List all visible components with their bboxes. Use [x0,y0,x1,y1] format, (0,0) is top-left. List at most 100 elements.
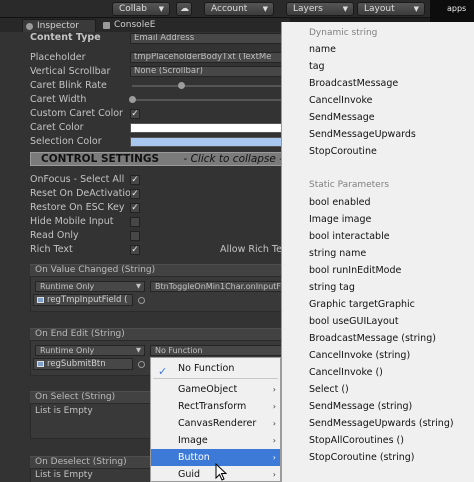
content-type-dropdown[interactable]: Email Address [130,33,290,44]
caret-color-swatch[interactable] [130,123,290,133]
menu-item-broadcastmessage[interactable]: BroadcastMessage [309,78,398,89]
reset-on-deactivation-label: Reset On DeActivation [30,188,137,199]
component-methods-menu: Dynamic string name tag BroadcastMessage… [281,22,474,482]
rich-text-checkbox[interactable]: ✓ [130,245,140,255]
account-label: Account [211,4,248,14]
menu-item-sendmessage-string[interactable]: SendMessage (string) [309,401,412,412]
button-object-icon [37,361,44,367]
guid-label: Guid [178,469,201,480]
menu-item-sendmessageupwards[interactable]: SendMessageUpwards [309,129,416,140]
mouse-cursor-icon [215,463,227,481]
menu-item-stopcoroutine-string[interactable]: StopCoroutine (string) [309,452,415,463]
restore-on-esc-label: Restore On ESC Key [30,202,125,213]
function-label: BtnToggleOnMin1Char.onInputF [155,282,282,291]
on-end-edit-mode-dropdown[interactable]: Runtime Only ▼ [35,345,145,356]
caret-width-slider[interactable] [132,99,282,101]
chevron-down-icon: ▼ [342,5,348,13]
cloud-icon: ☁ [180,4,189,14]
vertical-scrollbar-field[interactable]: None (Scrollbar) [130,66,290,77]
hide-mobile-input-checkbox[interactable] [130,217,140,227]
menu-item-no-function[interactable]: ✓ No Function [151,360,280,378]
control-settings-header[interactable]: CONTROL SETTINGS - Click to collapse - [30,152,290,166]
account-button[interactable]: Account ▼ [204,2,274,16]
console-icon [103,22,110,29]
function-label: No Function [155,346,203,355]
menu-item-image[interactable]: Image › [151,432,280,449]
menu-item-cancelinvoke[interactable]: CancelInvoke [309,95,372,106]
image-label: Image [178,435,208,446]
menu-item-name[interactable]: name [309,44,336,55]
on-end-edit-function-dropdown[interactable]: No Function [150,345,290,356]
mode-label: Runtime Only [40,282,95,291]
menu-item-stopcoroutine[interactable]: StopCoroutine [309,146,377,157]
caret-width-knob[interactable] [129,96,136,103]
layers-label: Layers [293,4,323,14]
onfocus-select-all-checkbox[interactable]: ✓ [130,175,140,185]
collab-button[interactable]: Collab ▼ [112,2,170,16]
tab-console[interactable]: ConsoleE [100,19,170,32]
tab-inspector-label: Inspector [37,21,79,31]
on-end-edit-object-field[interactable]: regSubmitBtn [33,358,133,370]
menu-item-cancelinvoke-string[interactable]: CancelInvoke (string) [309,350,410,361]
menu-item-cancelinvoke-void[interactable]: CancelInvoke () [309,367,383,378]
on-deselect-empty-label: List is Empty [35,470,93,480]
placeholder-object-field[interactable]: tmpPlaceholderBodyTxt (TextMe [130,52,290,63]
dynamic-string-header: Dynamic string [309,28,378,38]
chevron-right-icon: › [272,470,276,479]
control-settings-title: CONTROL SETTINGS [41,153,160,165]
menu-item-bool-runineditmode[interactable]: bool runInEditMode [309,265,401,276]
object-icon [37,297,44,303]
button-label: Button [178,452,210,463]
custom-caret-color-checkbox[interactable]: ✓ [130,109,140,119]
collapse-hint: - Click to collapse - [183,153,283,165]
on-value-changed-mode-dropdown[interactable]: Runtime Only ▼ [35,281,145,292]
external-window-strip: apps [430,0,474,22]
top-toolbar: Collab ▼ ☁ Account ▼ Layers ▼ Layout ▼ [0,0,474,18]
onfocus-select-all-label: OnFocus - Select All [30,174,125,185]
menu-item-tag[interactable]: tag [309,61,325,72]
menu-item-image-image[interactable]: Image image [309,214,371,225]
read-only-checkbox[interactable] [130,231,140,241]
menu-item-sendmessage[interactable]: SendMessage [309,112,375,123]
menu-item-bool-useguilayout[interactable]: bool useGUILayout [309,316,399,327]
placeholder-label: Placeholder [30,52,86,63]
on-end-edit-header: On End Edit (String) [30,328,290,340]
gameobject-label: GameObject [178,384,238,395]
caret-blink-rate-knob[interactable] [178,82,185,89]
caret-color-label: Caret Color [30,122,84,133]
menu-item-bool-interactable[interactable]: bool interactable [309,231,390,242]
object-picker-icon[interactable] [138,297,145,304]
layout-button[interactable]: Layout ▼ [357,2,425,16]
menu-item-string-name[interactable]: string name [309,248,366,259]
chevron-right-icon: › [272,453,276,462]
reset-on-deactivation-checkbox[interactable]: ✓ [130,189,140,199]
object-picker-icon[interactable] [138,361,145,368]
layers-button[interactable]: Layers ▼ [286,2,354,16]
restore-on-esc-checkbox[interactable]: ✓ [130,203,140,213]
on-value-changed-header: On Value Changed (String) [30,264,290,276]
chevron-right-icon: › [272,402,276,411]
menu-item-sendmessageupwards-string[interactable]: SendMessageUpwards (string) [309,418,454,429]
custom-caret-color-label: Custom Caret Color [30,108,123,119]
cloud-button[interactable]: ☁ [176,2,192,16]
caret-blink-rate-slider[interactable] [132,85,282,87]
menu-item-canvasrenderer[interactable]: CanvasRenderer › [151,415,280,432]
menu-item-select[interactable]: Select () [309,384,349,395]
allow-rich-text-label: Allow Rich Te [220,244,282,255]
menu-item-bool-enabled[interactable]: bool enabled [309,197,371,208]
on-value-changed-function-dropdown[interactable]: BtnToggleOnMin1Char.onInputF [150,281,290,292]
menu-item-string-tag[interactable]: string tag [309,282,355,293]
menu-item-recttransform[interactable]: RectTransform › [151,398,280,415]
read-only-label: Read Only [30,230,79,241]
tab-console-label: ConsoleE [114,20,156,30]
chevron-down-icon: ▼ [262,5,268,13]
chevron-right-icon: › [272,436,276,445]
tab-inspector[interactable]: Inspector [22,19,96,32]
on-select-empty-label: List is Empty [35,406,93,416]
menu-item-gameobject[interactable]: GameObject › [151,381,280,398]
menu-item-stopallcoroutines[interactable]: StopAllCoroutines () [309,435,404,446]
menu-item-graphic-targetgraphic[interactable]: Graphic targetGraphic [309,299,415,310]
on-value-changed-object-field[interactable]: regTmpInputField ( [33,294,133,306]
menu-item-broadcastmessage-string[interactable]: BroadcastMessage (string) [309,333,436,344]
selection-color-swatch[interactable] [130,137,290,147]
